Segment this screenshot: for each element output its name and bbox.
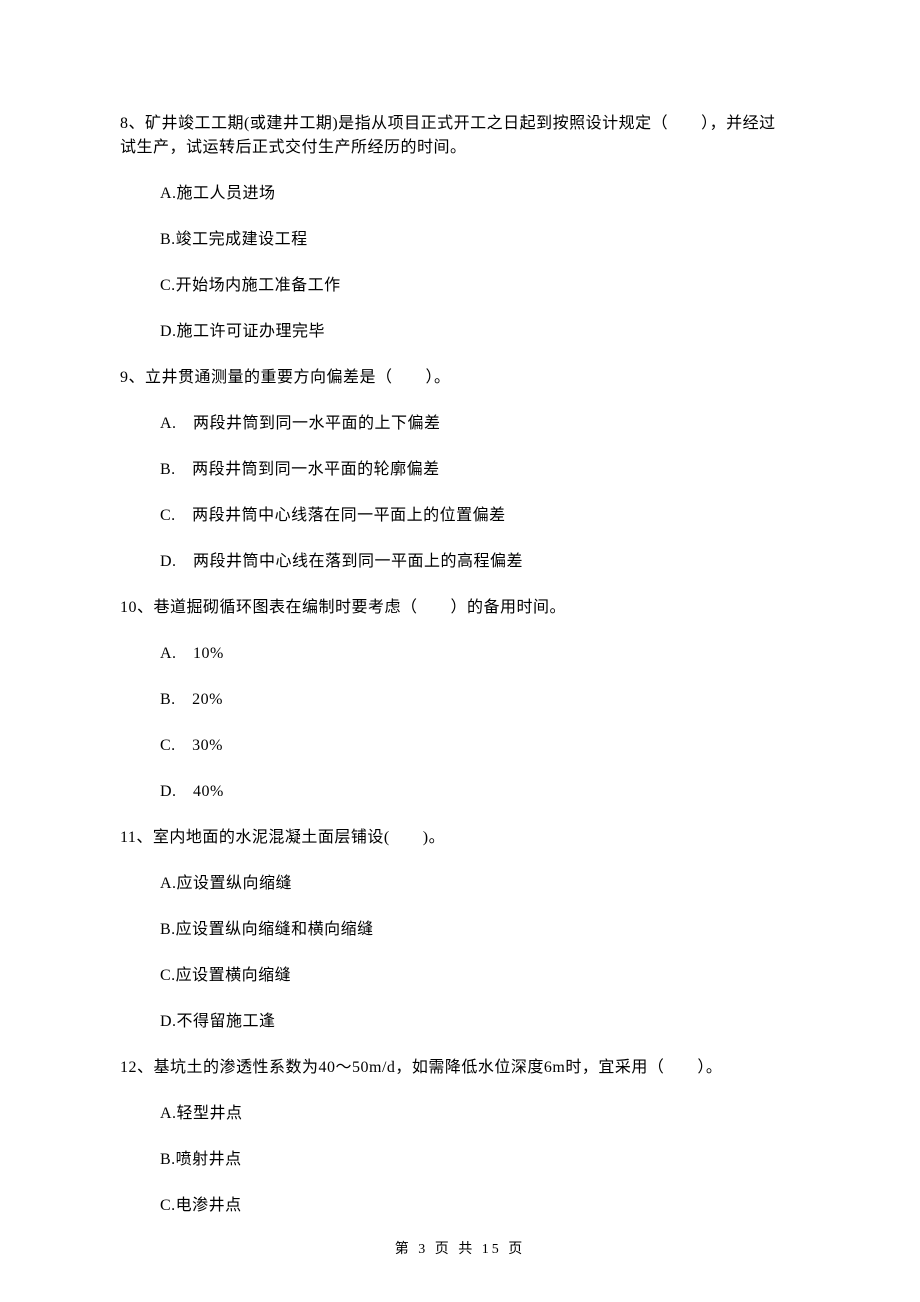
option-d: D.施工许可证办理完毕: [160, 320, 800, 344]
option-c: C. 两段井筒中心线落在同一平面上的位置偏差: [160, 504, 800, 528]
option-a: A. 两段井筒到同一水平面的上下偏差: [160, 412, 800, 436]
exam-page-content: 8、矿井竣工工期(或建井工期)是指从项目正式开工之日起到按照设计规定（ ），并经…: [0, 0, 920, 1218]
option-d: D. 40%: [160, 780, 800, 804]
option-c: C.开始场内施工准备工作: [160, 274, 800, 298]
option-a: A. 10%: [160, 642, 800, 666]
option-b: B.竣工完成建设工程: [160, 228, 800, 252]
question-8: 8、矿井竣工工期(或建井工期)是指从项目正式开工之日起到按照设计规定（ ），并经…: [120, 112, 800, 344]
question-11: 11、室内地面的水泥混凝土面层铺设( )。 A.应设置纵向缩缝 B.应设置纵向缩…: [120, 826, 800, 1034]
stem-line-2: 试生产，试运转后正式交付生产所经历的时间。: [120, 136, 800, 160]
question-stem: 12、基坑土的渗透性系数为40～50m/d，如需降低水位深度6m时，宜采用（ ）…: [120, 1056, 800, 1080]
option-a: A.施工人员进场: [160, 182, 800, 206]
question-stem: 9、立井贯通测量的重要方向偏差是（ ）。: [120, 366, 800, 390]
option-b: B.喷射井点: [160, 1148, 800, 1172]
question-12: 12、基坑土的渗透性系数为40～50m/d，如需降低水位深度6m时，宜采用（ ）…: [120, 1056, 800, 1218]
option-a: A.轻型井点: [160, 1102, 800, 1126]
page-footer: 第 3 页 共 15 页: [0, 1238, 920, 1258]
option-b: B.应设置纵向缩缝和横向缩缝: [160, 918, 800, 942]
options-block: A. 两段井筒到同一水平面的上下偏差 B. 两段井筒到同一水平面的轮廓偏差 C.…: [120, 412, 800, 574]
question-9: 9、立井贯通测量的重要方向偏差是（ ）。 A. 两段井筒到同一水平面的上下偏差 …: [120, 366, 800, 574]
option-a: A.应设置纵向缩缝: [160, 872, 800, 896]
options-block: A.轻型井点 B.喷射井点 C.电渗井点: [120, 1102, 800, 1218]
options-block: A. 10% B. 20% C. 30% D. 40%: [120, 642, 800, 804]
question-stem: 8、矿井竣工工期(或建井工期)是指从项目正式开工之日起到按照设计规定（ ），并经…: [120, 112, 800, 160]
option-c: C. 30%: [160, 734, 800, 758]
option-b: B. 两段井筒到同一水平面的轮廓偏差: [160, 458, 800, 482]
option-d: D.不得留施工逢: [160, 1010, 800, 1034]
option-c: C.应设置横向缩缝: [160, 964, 800, 988]
question-stem: 11、室内地面的水泥混凝土面层铺设( )。: [120, 826, 800, 850]
option-d: D. 两段井筒中心线在落到同一平面上的高程偏差: [160, 550, 800, 574]
stem-line-1: 8、矿井竣工工期(或建井工期)是指从项目正式开工之日起到按照设计规定（ ），并经…: [120, 112, 800, 136]
options-block: A.施工人员进场 B.竣工完成建设工程 C.开始场内施工准备工作 D.施工许可证…: [120, 182, 800, 344]
question-stem: 10、巷道掘砌循环图表在编制时要考虑（ ）的备用时间。: [120, 596, 800, 620]
option-c: C.电渗井点: [160, 1194, 800, 1218]
options-block: A.应设置纵向缩缝 B.应设置纵向缩缝和横向缩缝 C.应设置横向缩缝 D.不得留…: [120, 872, 800, 1034]
option-b: B. 20%: [160, 688, 800, 712]
question-10: 10、巷道掘砌循环图表在编制时要考虑（ ）的备用时间。 A. 10% B. 20…: [120, 596, 800, 804]
